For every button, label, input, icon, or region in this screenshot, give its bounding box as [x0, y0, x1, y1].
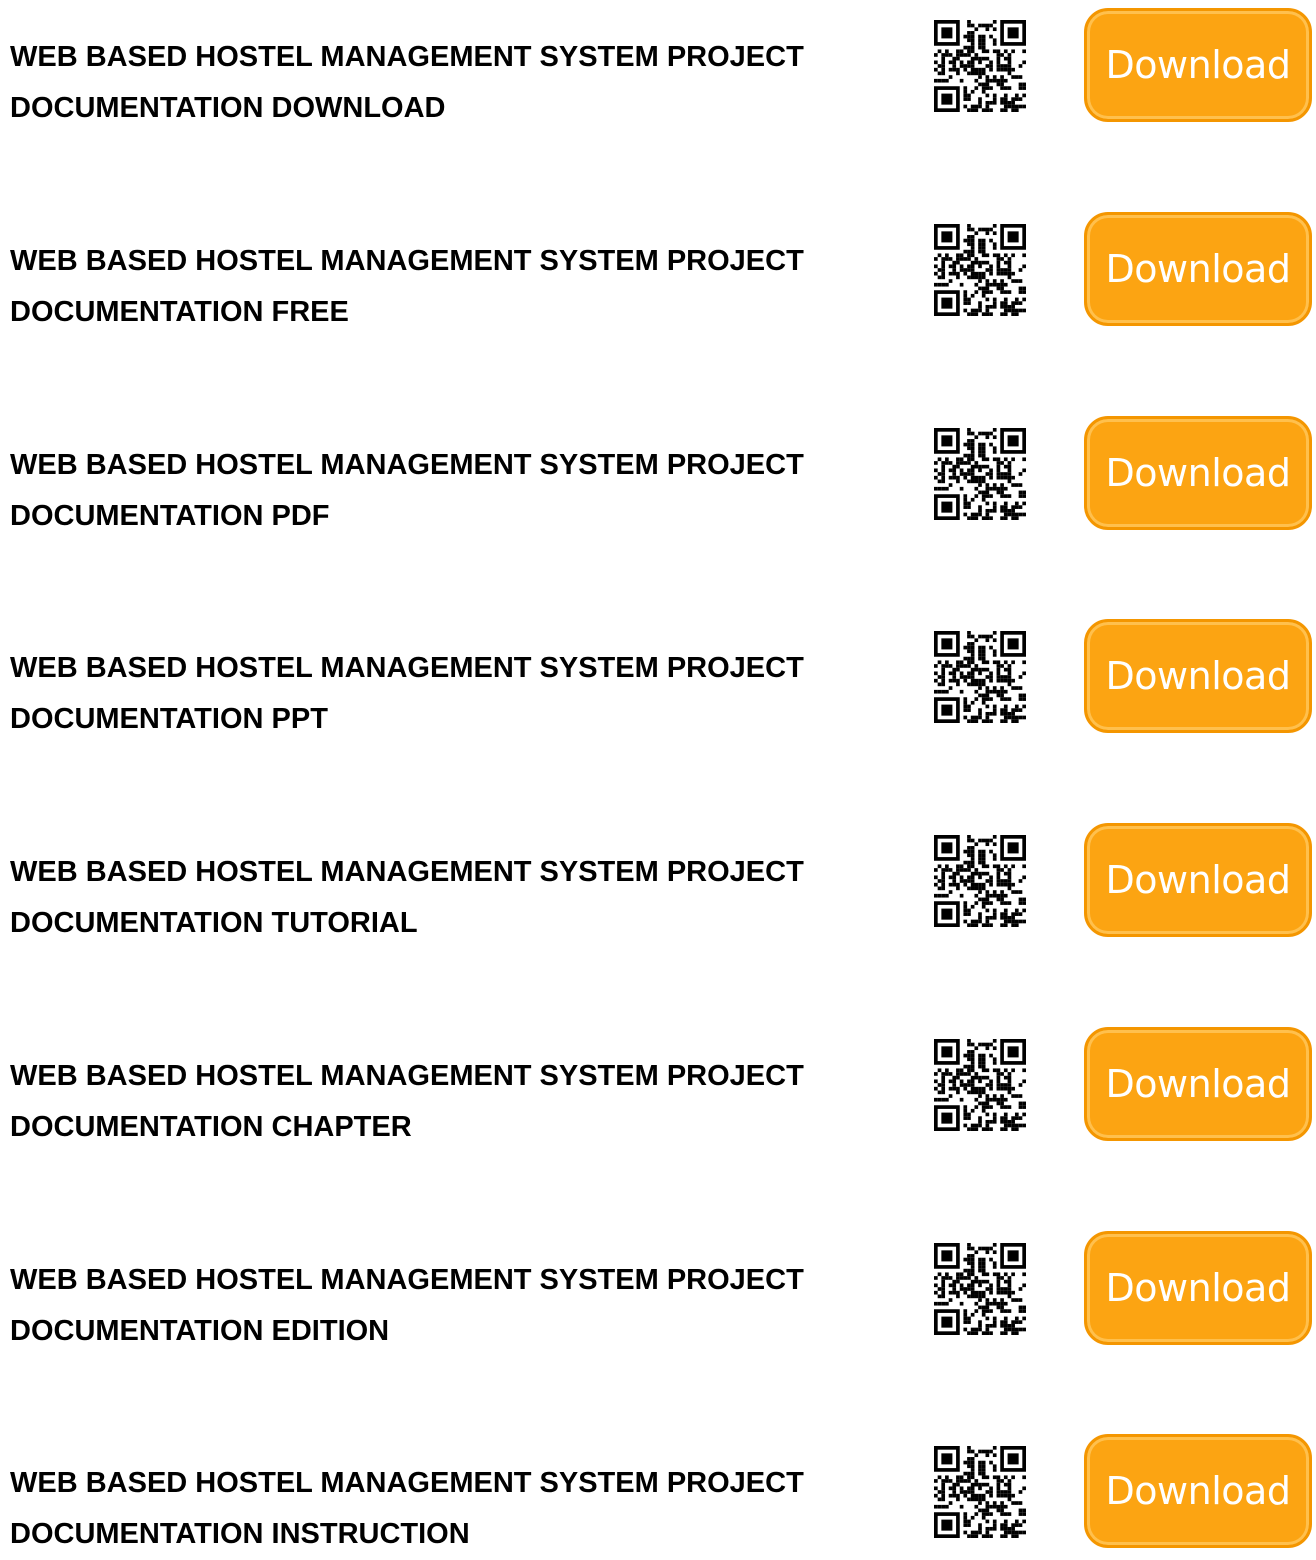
list-item: WEB BASED HOSTEL MANAGEMENT SYSTEM PROJE…	[0, 4, 1316, 124]
download-button[interactable]: Download	[1084, 823, 1312, 937]
qr-code-icon	[934, 835, 1026, 927]
download-button[interactable]: Download	[1084, 212, 1312, 326]
qr-code-icon	[934, 631, 1026, 723]
list-item: WEB BASED HOSTEL MANAGEMENT SYSTEM PROJE…	[0, 412, 1316, 532]
download-button[interactable]: Download	[1084, 619, 1312, 733]
qr-code-icon	[934, 1446, 1026, 1538]
item-title: WEB BASED HOSTEL MANAGEMENT SYSTEM PROJE…	[10, 1051, 910, 1153]
qr-code-icon	[934, 224, 1026, 316]
list-item: WEB BASED HOSTEL MANAGEMENT SYSTEM PROJE…	[0, 1430, 1316, 1550]
qr-code-icon	[934, 428, 1026, 520]
download-button[interactable]: Download	[1084, 416, 1312, 530]
item-title-line1: WEB BASED HOSTEL MANAGEMENT SYSTEM PROJE…	[10, 245, 804, 277]
item-title-line2: DOCUMENTATION TUTORIAL	[10, 907, 418, 939]
list-item: WEB BASED HOSTEL MANAGEMENT SYSTEM PROJE…	[0, 1023, 1316, 1143]
item-title: WEB BASED HOSTEL MANAGEMENT SYSTEM PROJE…	[10, 1255, 910, 1357]
download-button[interactable]: Download	[1084, 1231, 1312, 1345]
item-title-line1: WEB BASED HOSTEL MANAGEMENT SYSTEM PROJE…	[10, 449, 804, 481]
item-title-line2: DOCUMENTATION INSTRUCTION	[10, 1518, 470, 1550]
item-title: WEB BASED HOSTEL MANAGEMENT SYSTEM PROJE…	[10, 236, 910, 338]
item-title-line1: WEB BASED HOSTEL MANAGEMENT SYSTEM PROJE…	[10, 41, 804, 73]
list-item: WEB BASED HOSTEL MANAGEMENT SYSTEM PROJE…	[0, 208, 1316, 328]
item-title-line2: DOCUMENTATION PDF	[10, 500, 330, 532]
qr-code-icon	[934, 1243, 1026, 1335]
download-button[interactable]: Download	[1084, 8, 1312, 122]
download-button[interactable]: Download	[1084, 1027, 1312, 1141]
item-title: WEB BASED HOSTEL MANAGEMENT SYSTEM PROJE…	[10, 1458, 910, 1560]
item-title-line1: WEB BASED HOSTEL MANAGEMENT SYSTEM PROJE…	[10, 1264, 804, 1296]
item-title-line2: DOCUMENTATION PPT	[10, 703, 328, 735]
item-title-line1: WEB BASED HOSTEL MANAGEMENT SYSTEM PROJE…	[10, 856, 804, 888]
qr-code-icon	[934, 1039, 1026, 1131]
item-title-line2: DOCUMENTATION EDITION	[10, 1315, 390, 1347]
item-title-line1: WEB BASED HOSTEL MANAGEMENT SYSTEM PROJE…	[10, 652, 804, 684]
item-title: WEB BASED HOSTEL MANAGEMENT SYSTEM PROJE…	[10, 32, 910, 134]
item-title: WEB BASED HOSTEL MANAGEMENT SYSTEM PROJE…	[10, 643, 910, 745]
item-title: WEB BASED HOSTEL MANAGEMENT SYSTEM PROJE…	[10, 847, 910, 949]
item-title-line2: DOCUMENTATION DOWNLOAD	[10, 92, 446, 124]
item-title-line2: DOCUMENTATION FREE	[10, 296, 349, 328]
list-item: WEB BASED HOSTEL MANAGEMENT SYSTEM PROJE…	[0, 615, 1316, 735]
download-list: WEB BASED HOSTEL MANAGEMENT SYSTEM PROJE…	[0, 0, 1316, 1550]
download-button[interactable]: Download	[1084, 1434, 1312, 1548]
item-title-line2: DOCUMENTATION CHAPTER	[10, 1111, 412, 1143]
qr-code-icon	[934, 20, 1026, 112]
list-item: WEB BASED HOSTEL MANAGEMENT SYSTEM PROJE…	[0, 1227, 1316, 1347]
item-title-line1: WEB BASED HOSTEL MANAGEMENT SYSTEM PROJE…	[10, 1467, 804, 1499]
item-title-line1: WEB BASED HOSTEL MANAGEMENT SYSTEM PROJE…	[10, 1060, 804, 1092]
list-item: WEB BASED HOSTEL MANAGEMENT SYSTEM PROJE…	[0, 819, 1316, 939]
item-title: WEB BASED HOSTEL MANAGEMENT SYSTEM PROJE…	[10, 440, 910, 542]
